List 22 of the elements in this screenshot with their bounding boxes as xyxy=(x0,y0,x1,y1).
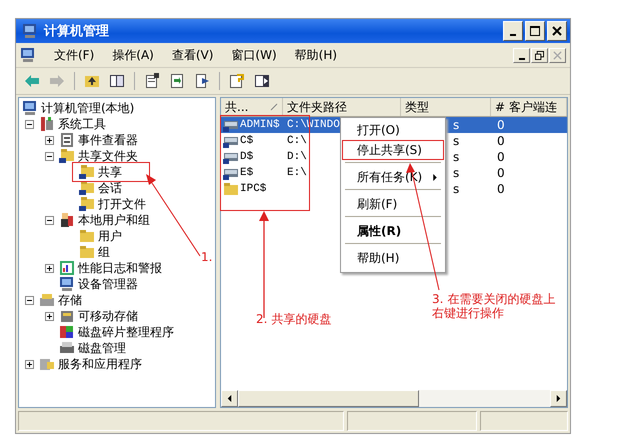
share-name: D$ xyxy=(240,151,254,163)
share-name: IPC$ xyxy=(240,183,266,195)
annotation-label: 2. 共享的硬盘 xyxy=(256,312,332,326)
annotation-label: 1. xyxy=(201,250,212,264)
client-count: 0 xyxy=(497,182,505,196)
client-count: 0 xyxy=(497,150,505,164)
folder-path: C:\ xyxy=(287,135,307,147)
share-type: s xyxy=(453,134,460,148)
client-count: 0 xyxy=(497,166,505,180)
share-name: E$ xyxy=(240,167,254,179)
client-count: 0 xyxy=(497,134,505,148)
share-name: C$ xyxy=(240,135,254,147)
folder-path: E:\ xyxy=(287,167,307,179)
share-type: s xyxy=(453,150,460,164)
share-type: s xyxy=(453,182,460,196)
client-count: 0 xyxy=(497,118,505,132)
folder-path: D:\ xyxy=(287,151,307,163)
share-type: s xyxy=(453,166,460,180)
window-title: 计算机管理 xyxy=(44,23,109,40)
annotation-label: 3. 在需要关闭的硬盘上右键进行操作 xyxy=(432,292,556,320)
share-type: s xyxy=(453,118,460,132)
share-name: ADMIN$ xyxy=(240,119,280,131)
